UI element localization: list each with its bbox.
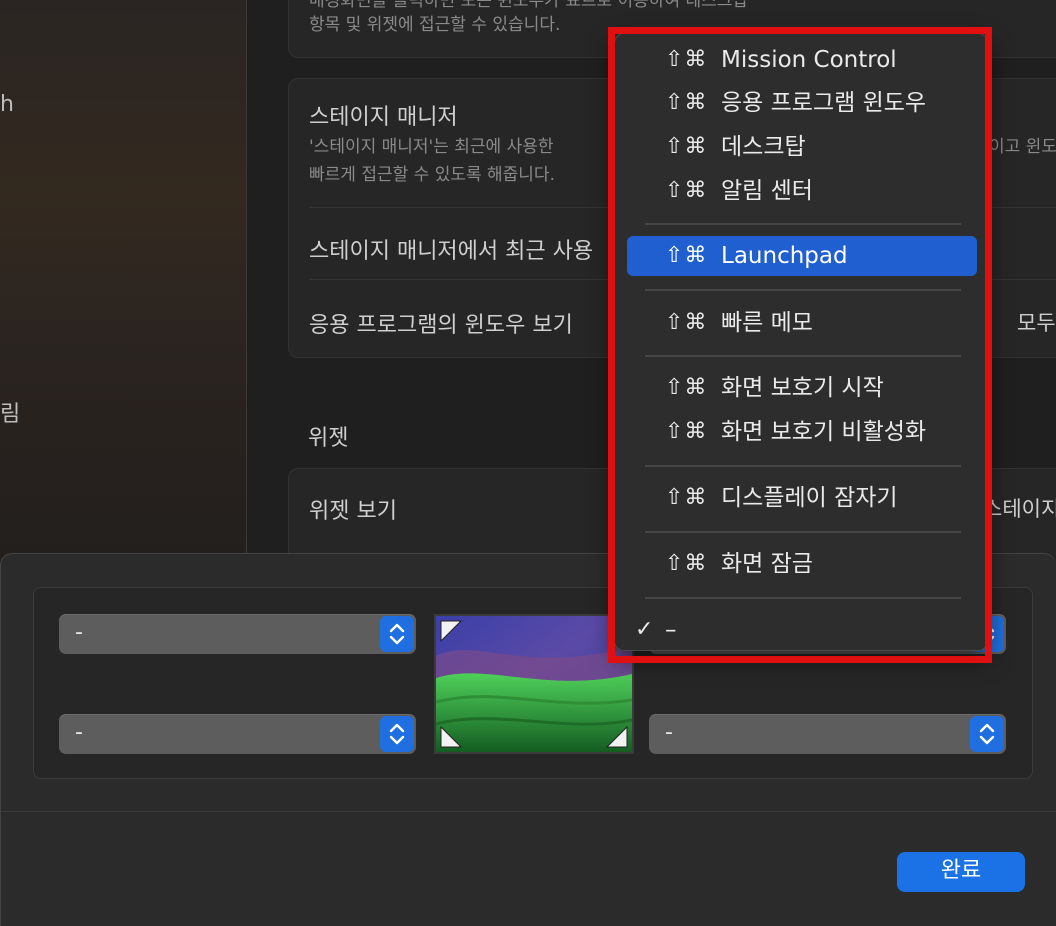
menu-separator [645, 531, 961, 533]
sidebar-item-fragment[interactable]: 림 [0, 396, 20, 428]
menu-item-label: Mission Control [721, 47, 897, 73]
menu-item-label: Launchpad [721, 243, 848, 269]
shift-command-icon: ⇧⌘ [665, 90, 708, 115]
stage-manager-desc: 빠르게 접근할 수 있도록 해줍니다. [309, 165, 555, 185]
popup-value: - [75, 620, 83, 645]
menu-separator [645, 223, 961, 225]
shift-command-icon: ⇧⌘ [665, 485, 708, 510]
sidebar: h 림 [0, 0, 247, 560]
chevron-updown-icon [380, 616, 414, 652]
menu-item-lock-screen[interactable]: ⇧⌘ 화면 잠금 [627, 544, 977, 584]
corner-marker-icon [440, 726, 462, 748]
menu-separator [645, 355, 961, 357]
desktop-preview-image [434, 614, 634, 754]
menu-item-label: – [665, 617, 677, 643]
show-widgets-value[interactable]: 스테이지 [983, 493, 1056, 523]
menu-item-none[interactable]: ✓ – [627, 610, 977, 650]
shift-command-icon: ⇧⌘ [665, 134, 708, 159]
menu-item-notification-center[interactable]: ⇧⌘ 알림 센터 [627, 171, 977, 211]
menu-separator [645, 289, 961, 291]
hot-corner-action-menu: ⇧⌘ Mission Control ⇧⌘ 응용 프로그램 윈도우 ⇧⌘ 데스크… [614, 33, 988, 651]
desktop-click-desc: 항목 및 위젯에 접근할 수 있습니다. [309, 15, 561, 35]
menu-item-start-screen-saver[interactable]: ⇧⌘ 화면 보호기 시작 [627, 368, 977, 408]
corner-marker-icon [440, 620, 462, 642]
stage-manager-title: 스테이지 매니저 [309, 105, 458, 130]
menu-item-display-sleep[interactable]: ⇧⌘ 디스플레이 잠자기 [627, 478, 977, 518]
done-button[interactable]: 완료 [897, 852, 1025, 892]
corner-marker-icon [606, 726, 628, 748]
menu-item-label: 화면 보호기 시작 [721, 375, 884, 401]
menu-separator [645, 597, 961, 599]
popup-value: - [665, 720, 673, 745]
bottom-left-corner-popup[interactable]: - [59, 714, 416, 754]
menu-item-label: 빠른 메모 [721, 310, 813, 336]
menu-item-launchpad[interactable]: ⇧⌘ Launchpad [627, 236, 977, 276]
menu-item-label: 디스플레이 잠자기 [721, 485, 898, 511]
chevron-updown-icon [380, 716, 414, 752]
menu-item-label: 응용 프로그램 윈도우 [721, 90, 927, 116]
chevron-updown-icon [970, 716, 1004, 752]
menu-item-desktop[interactable]: ⇧⌘ 데스크탑 [627, 127, 977, 167]
stage-manager-recent-apps-label: 스테이지 매니저에서 최근 사용 [309, 239, 594, 264]
menu-separator [645, 465, 961, 467]
shift-command-icon: ⇧⌘ [665, 47, 708, 72]
menu-item-label: 화면 보호기 비활성화 [721, 419, 927, 445]
menu-item-label: 알림 센터 [721, 178, 813, 204]
shift-command-icon: ⇧⌘ [665, 178, 708, 203]
show-widgets-label: 위젯 보기 [309, 499, 397, 524]
stage-manager-desc-tail: 이고 윈도 [989, 137, 1056, 157]
shift-command-icon: ⇧⌘ [665, 419, 708, 444]
shift-command-icon: ⇧⌘ [665, 375, 708, 400]
sidebar-item-fragment[interactable]: h [0, 92, 14, 117]
show-app-windows-value[interactable]: 모두 [1017, 307, 1056, 337]
checkmark-icon: ✓ [635, 617, 654, 642]
shift-command-icon: ⇧⌘ [665, 551, 708, 576]
widgets-section-title: 위젯 [308, 426, 349, 451]
shift-command-icon: ⇧⌘ [665, 243, 708, 268]
menu-item-app-windows[interactable]: ⇧⌘ 응용 프로그램 윈도우 [627, 83, 977, 123]
menu-item-disable-screen-saver[interactable]: ⇧⌘ 화면 보호기 비활성화 [627, 412, 977, 452]
show-app-windows-label: 응용 프로그램의 윈도우 보기 [309, 313, 573, 338]
desktop-click-desc: 배경화면을 클릭하면 모든 윈도우가 표트로 이동하여 데스크탑 [309, 0, 749, 11]
menu-item-mission-control[interactable]: ⇧⌘ Mission Control [627, 40, 977, 80]
menu-item-label: 화면 잠금 [721, 551, 813, 577]
top-left-corner-popup[interactable]: - [59, 614, 416, 654]
bottom-right-corner-popup[interactable]: - [649, 714, 1006, 754]
menu-item-quick-note[interactable]: ⇧⌘ 빠른 메모 [627, 303, 977, 343]
menu-item-label: 데스크탑 [721, 134, 806, 160]
stage-manager-desc: '스테이지 매니저'는 최근에 사용한 [309, 137, 554, 157]
sheet-divider [1, 811, 1056, 812]
popup-value: - [75, 720, 83, 745]
shift-command-icon: ⇧⌘ [665, 310, 708, 335]
